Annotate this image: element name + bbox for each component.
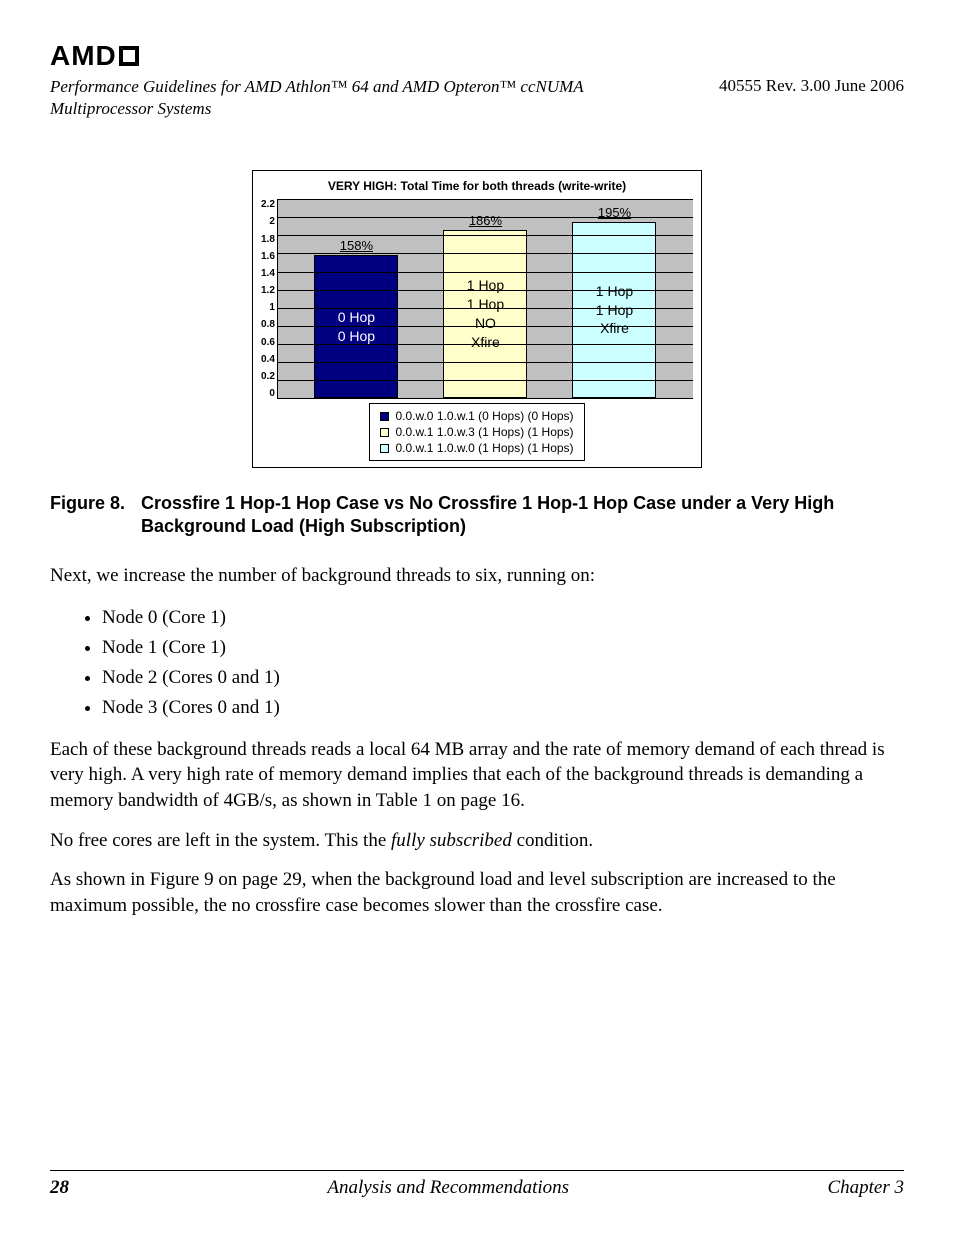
legend-item: 0.0.w.1 1.0.w.0 (1 Hops) (1 Hops) — [380, 440, 573, 456]
list-item: Node 0 (Core 1) — [102, 603, 904, 633]
y-tick: 0.8 — [261, 319, 275, 330]
paragraph: No free cores are left in the system. Th… — [50, 828, 904, 854]
footer-chapter: Chapter 3 — [827, 1177, 904, 1199]
page-number: 28 — [50, 1177, 69, 1199]
y-tick: 1.8 — [261, 234, 275, 245]
y-tick: 2.2 — [261, 199, 275, 210]
list-item: Node 3 (Cores 0 and 1) — [102, 693, 904, 723]
footer-section: Analysis and Recommendations — [327, 1177, 569, 1199]
legend-swatch — [380, 412, 389, 421]
legend-label: 0.0.w.1 1.0.w.3 (1 Hops) (1 Hops) — [395, 425, 573, 439]
legend-swatch — [380, 444, 389, 453]
y-tick: 2 — [261, 216, 275, 227]
list-item: Node 2 (Cores 0 and 1) — [102, 663, 904, 693]
bar-value-label: 186% — [469, 213, 502, 228]
y-tick: 1.2 — [261, 285, 275, 296]
chart-plot-area: 158%0 Hop0 Hop186%1 Hop1 HopNOXfire195%1… — [277, 199, 693, 399]
logo-text: AMD — [50, 40, 117, 72]
page-footer: 28 Analysis and Recommendations Chapter … — [50, 1170, 904, 1199]
doc-title: Performance Guidelines for AMD Athlon™ 6… — [50, 76, 610, 120]
figure-number: Figure 8. — [50, 492, 125, 537]
y-tick: 1.6 — [261, 251, 275, 262]
amd-logo-icon — [119, 46, 139, 66]
bullet-list: Node 0 (Core 1)Node 1 (Core 1)Node 2 (Co… — [50, 603, 904, 723]
paragraph: Each of these background threads reads a… — [50, 737, 904, 814]
paragraph: As shown in Figure 9 on page 29, when th… — [50, 867, 904, 918]
y-tick: 1 — [261, 302, 275, 313]
chart-y-axis: 2.2 2 1.8 1.6 1.4 1.2 1 0.8 0.6 0.4 0.2 0 — [261, 199, 277, 399]
chart-legend: 0.0.w.0 1.0.w.1 (0 Hops) (0 Hops) 0.0.w.1… — [369, 403, 584, 461]
figure-chart: VERY HIGH: Total Time for both threads (… — [252, 170, 702, 468]
legend-item: 0.0.w.0 1.0.w.1 (0 Hops) (0 Hops) — [380, 408, 573, 424]
legend-label: 0.0.w.0 1.0.w.1 (0 Hops) (0 Hops) — [395, 409, 573, 423]
y-tick: 0.4 — [261, 354, 275, 365]
y-tick: 1.4 — [261, 268, 275, 279]
list-item: Node 1 (Core 1) — [102, 633, 904, 663]
bar-value-label: 158% — [340, 238, 373, 253]
figure-caption: Figure 8. Crossfire 1 Hop-1 Hop Case vs … — [50, 492, 904, 537]
legend-label: 0.0.w.1 1.0.w.0 (1 Hops) (1 Hops) — [395, 441, 573, 455]
y-tick: 0 — [261, 388, 275, 399]
chart-bar: 186%1 Hop1 HopNOXfire — [443, 230, 527, 398]
figure-caption-text: Crossfire 1 Hop-1 Hop Case vs No Crossfi… — [141, 492, 904, 537]
running-header: Performance Guidelines for AMD Athlon™ 6… — [50, 76, 904, 120]
legend-item: 0.0.w.1 1.0.w.3 (1 Hops) (1 Hops) — [380, 424, 573, 440]
chart-bars: 158%0 Hop0 Hop186%1 Hop1 HopNOXfire195%1… — [278, 199, 693, 398]
y-tick: 0.2 — [261, 371, 275, 382]
y-tick: 0.6 — [261, 337, 275, 348]
doc-meta: 40555 Rev. 3.00 June 2006 — [719, 76, 904, 120]
legend-swatch — [380, 428, 389, 437]
bar-inner-label: 1 Hop1 HopNOXfire — [467, 276, 504, 352]
amd-logo: AMD — [50, 40, 904, 72]
chart-bar: 195%1 Hop1 HopXfire — [572, 222, 656, 398]
paragraph: Next, we increase the number of backgrou… — [50, 563, 904, 589]
chart-title: VERY HIGH: Total Time for both threads (… — [261, 179, 693, 193]
